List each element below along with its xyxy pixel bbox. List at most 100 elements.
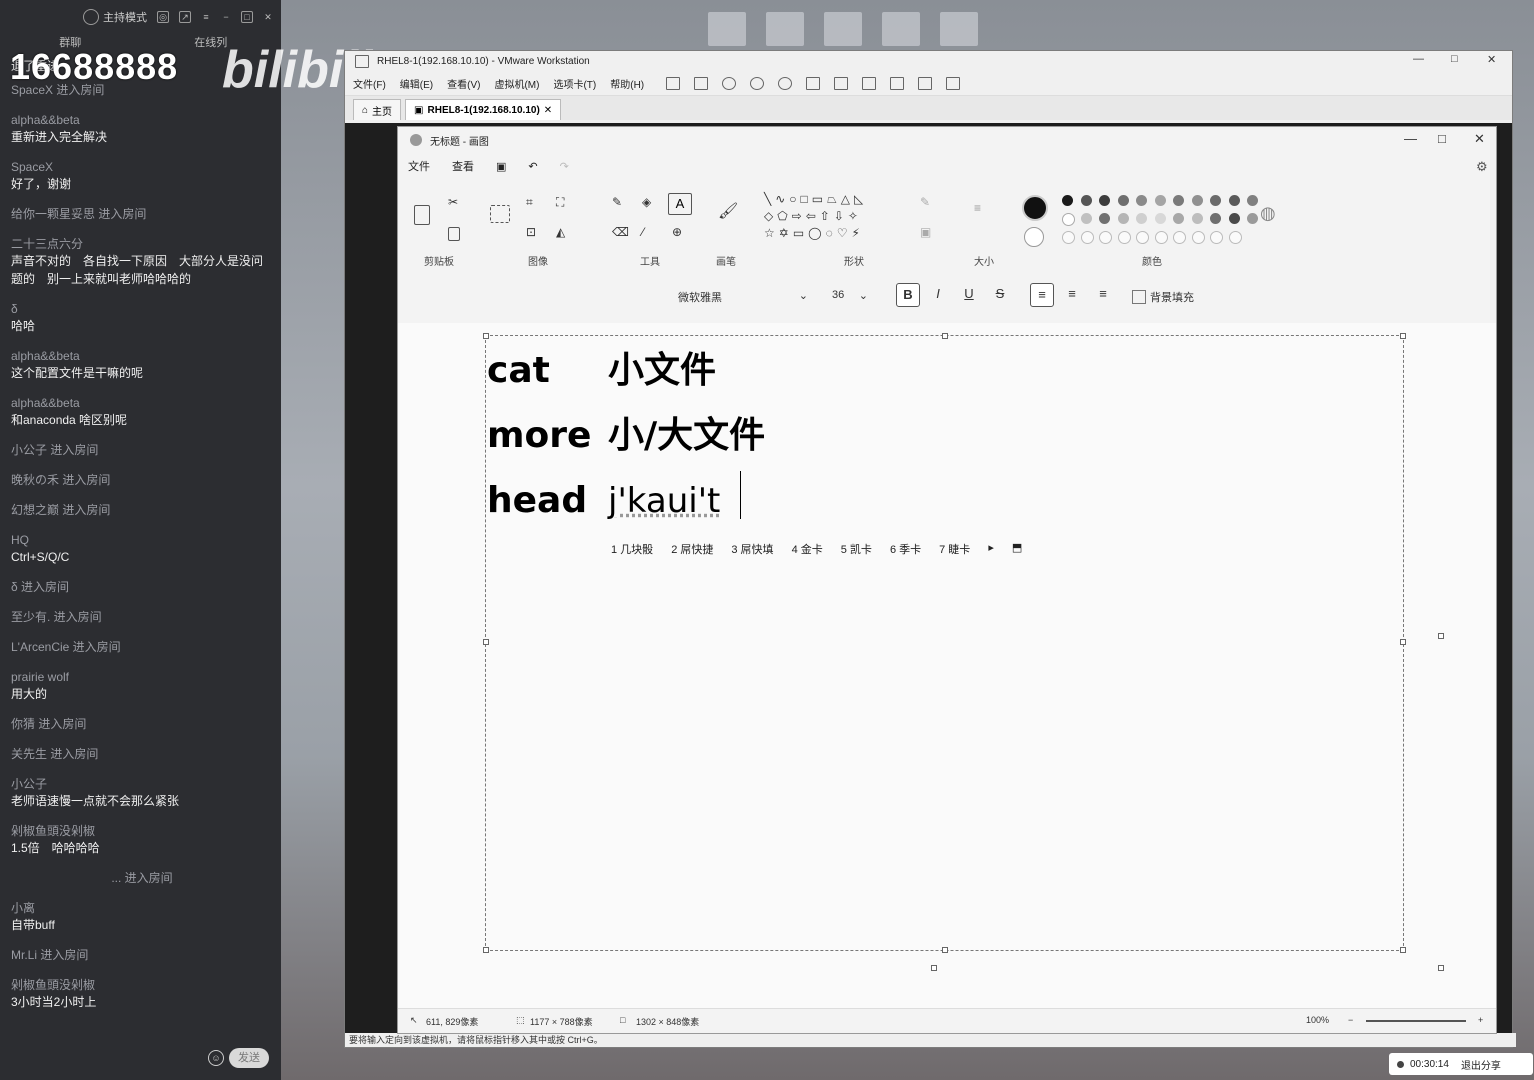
tab-vm[interactable]: ▣ RHEL8-1(192.168.10.10) ✕	[405, 99, 562, 120]
menu-view[interactable]: 查看	[452, 158, 474, 174]
host-mode-toggle[interactable]: 主持模式	[83, 9, 147, 25]
crop-icon[interactable]: ⌗	[526, 195, 533, 210]
color-swatch[interactable]	[1062, 213, 1075, 226]
color-swatch[interactable]	[1210, 195, 1221, 206]
ime-candidate[interactable]: 7 睫卡	[939, 541, 970, 557]
canvas-resize-handle[interactable]	[931, 965, 937, 971]
bold-button[interactable]: B	[896, 283, 920, 307]
fullscreen-icon[interactable]	[862, 76, 877, 90]
chat-username[interactable]: 小公子	[11, 776, 273, 792]
text-tool-icon[interactable]: A	[668, 193, 692, 215]
minimize-icon[interactable]: —	[1404, 131, 1417, 146]
custom-color-slot[interactable]	[1154, 231, 1168, 244]
custom-color-slot[interactable]	[1062, 231, 1075, 244]
menu-help[interactable]: 帮助(H)	[610, 76, 644, 91]
unity-icon[interactable]	[890, 76, 905, 90]
custom-color-slot[interactable]	[1210, 231, 1223, 244]
color-swatch[interactable]	[1173, 195, 1184, 206]
custom-color-slot[interactable]	[1136, 231, 1149, 244]
edit-colors-icon[interactable]: ◍	[1260, 203, 1276, 224]
settings-icon[interactable]: ◎	[157, 11, 169, 23]
pencil-icon[interactable]: ✎	[612, 195, 622, 209]
maximize-icon[interactable]: □	[1451, 53, 1458, 65]
thumbnail-icon[interactable]	[834, 76, 849, 90]
resize-handle[interactable]	[1400, 947, 1406, 953]
sidebar-toggle-icon[interactable]	[806, 76, 821, 90]
chat-username[interactable]: 剁椒鱼頭没剁椒	[11, 977, 273, 993]
size-icon[interactable]: ≡	[974, 201, 981, 215]
chat-username[interactable]: alpha&&beta	[11, 395, 273, 411]
custom-color-slot[interactable]	[1117, 231, 1131, 244]
fill-icon[interactable]: ◈	[642, 195, 651, 209]
canvas-resize-handle[interactable]	[1438, 633, 1444, 639]
ime-candidate[interactable]: 2 屌快捷	[671, 541, 713, 557]
minimize-icon[interactable]: —	[1413, 53, 1424, 65]
send-button[interactable]: 发送	[229, 1048, 269, 1068]
strikethrough-button[interactable]: S	[989, 283, 1011, 305]
underline-button[interactable]: U	[958, 283, 980, 305]
settings-icon[interactable]: ⚙	[1476, 159, 1488, 175]
cut-icon[interactable]: ✂	[448, 195, 458, 209]
select-icon[interactable]	[490, 205, 510, 223]
tab-home[interactable]: ⌂ 主页	[353, 99, 402, 120]
color2-swatch[interactable]	[1024, 227, 1044, 247]
resize-handle[interactable]	[483, 639, 489, 645]
menu-vm[interactable]: 虚拟机(M)	[494, 76, 539, 91]
custom-color-slot[interactable]	[1191, 231, 1205, 244]
color-swatch[interactable]	[1173, 213, 1184, 224]
popout-icon[interactable]: ↗	[179, 11, 191, 23]
color-swatch[interactable]	[1117, 213, 1129, 224]
custom-color-slot[interactable]	[1080, 231, 1094, 244]
color-swatch[interactable]	[1247, 213, 1258, 224]
color-swatch[interactable]	[1117, 195, 1129, 206]
italic-button[interactable]: I	[927, 283, 949, 305]
menu-file[interactable]: 文件(F)	[353, 76, 386, 91]
resize-handle[interactable]	[483, 947, 489, 953]
fill-shape-icon[interactable]: ▣	[920, 225, 931, 239]
color-picker-icon[interactable]: ⁄	[642, 225, 644, 239]
chat-username[interactable]: alpha&&beta	[11, 348, 273, 364]
remove-background-icon[interactable]: ⛶	[556, 195, 564, 210]
outline-icon[interactable]: ✎	[920, 195, 930, 209]
menu-tabs[interactable]: 选项卡(T)	[553, 76, 596, 91]
brush-icon[interactable]: 🖌	[718, 201, 738, 221]
resize-handle[interactable]	[1400, 333, 1406, 339]
ime-candidate[interactable]: 5 凯卡	[841, 541, 872, 557]
color-swatch[interactable]	[1136, 195, 1147, 206]
custom-color-slot[interactable]	[1099, 231, 1112, 244]
eraser-icon[interactable]: ⌫	[612, 225, 629, 239]
paint-canvas[interactable]: cat 小文件 more 小/大文件 head j'kaui't 1 几块骰 2 …	[398, 323, 1496, 1008]
resize-handle[interactable]	[942, 947, 948, 953]
font-family-select[interactable]: 微软雅黑 ⌄	[678, 289, 808, 305]
desktop-shortcut-icon[interactable]	[766, 12, 804, 46]
close-icon[interactable]: ✕	[544, 105, 552, 116]
chat-username[interactable]: 小离	[11, 900, 273, 916]
chat-username[interactable]: HQ	[11, 532, 273, 548]
resize-handle[interactable]	[942, 333, 948, 339]
paste-icon[interactable]	[414, 205, 430, 225]
color-swatch[interactable]	[1228, 213, 1240, 224]
color-swatch[interactable]	[1099, 195, 1110, 206]
menu-view[interactable]: 查看(V)	[447, 76, 480, 91]
color-swatch[interactable]	[1062, 195, 1073, 206]
close-icon[interactable]: ✕	[1487, 53, 1496, 66]
revert-snapshot-icon[interactable]	[750, 76, 765, 90]
color-swatch[interactable]	[1080, 213, 1092, 224]
ime-candidate[interactable]: 4 金卡	[792, 541, 823, 557]
color-swatch[interactable]	[1191, 195, 1203, 206]
copy-icon[interactable]	[448, 227, 460, 241]
chat-username[interactable]: δ	[11, 301, 273, 317]
ime-candidate[interactable]: 3 屌快填	[731, 541, 773, 557]
align-center-button[interactable]: ≡	[1061, 283, 1083, 305]
chat-username[interactable]: 剁椒鱼頭没剁椒	[11, 823, 273, 839]
color-swatch[interactable]	[1080, 195, 1092, 206]
color1-swatch[interactable]	[1022, 195, 1048, 221]
close-icon[interactable]: ✕	[263, 12, 273, 22]
chat-username[interactable]: prairie wolf	[11, 669, 273, 685]
desktop-shortcut-icon[interactable]	[708, 12, 746, 46]
rotate-icon[interactable]: ◭	[556, 225, 565, 239]
background-fill-checkbox[interactable]	[1132, 290, 1146, 304]
next-page-icon[interactable]: ▸	[988, 541, 994, 557]
zoom-slider[interactable]	[1366, 1020, 1466, 1022]
menu-icon[interactable]: ≡	[201, 12, 211, 22]
